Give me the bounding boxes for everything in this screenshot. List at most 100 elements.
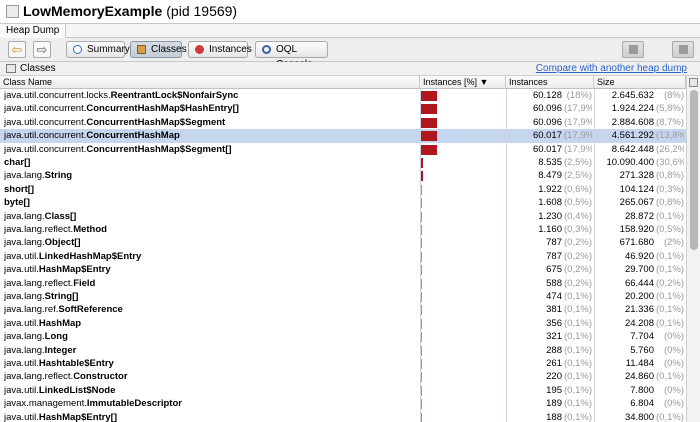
table-row[interactable]: java.util.HashMap$Entry 675 (0,2%) 29.700 (0… <box>0 263 686 276</box>
oql-console-button[interactable]: OQL Console <box>255 41 328 70</box>
size-percent: (0%) <box>663 398 684 410</box>
table-row[interactable]: java.util.concurrent.ConcurrentHashMap$S… <box>0 116 686 129</box>
class-name: java.util.LinkedHashMap$Entry <box>4 250 416 263</box>
vertical-scrollbar[interactable] <box>686 76 700 422</box>
instances-count: 588 <box>546 277 562 289</box>
table-row[interactable]: byte[] 1.608 (0,5%) 265.067 (0,8%) <box>0 196 686 209</box>
size-bytes: 2.884.608 <box>611 116 654 128</box>
size-percent: (8,7%) <box>656 116 684 128</box>
instances-bar-fill <box>421 198 422 209</box>
table-row[interactable]: java.util.concurrent.ConcurrentHashMap$H… <box>0 102 686 115</box>
column-size[interactable]: Size <box>594 76 686 89</box>
instances-bar-fill <box>421 318 422 329</box>
table-row[interactable]: java.util.Hashtable$Entry 261 (0,1%) 11.484… <box>0 357 686 370</box>
class-package: java.lang. <box>4 170 45 182</box>
instances-bar-fill <box>421 158 423 168</box>
class-name: java.util.concurrent.ConcurrentHashMap <box>4 129 416 142</box>
back-arrow-icon[interactable]: ⇦ <box>8 41 26 58</box>
summary-button[interactable]: Summary <box>66 41 130 58</box>
class-package: java.lang.ref. <box>4 304 59 316</box>
class-package: java.util. <box>4 317 39 329</box>
instances-bar-fill <box>421 211 422 222</box>
instances-percent-bar <box>420 143 506 156</box>
class-simple-name: String[] <box>44 291 79 302</box>
table-row[interactable]: java.lang.reflect.Field 588 (0,2%) 66.444 (0… <box>0 277 686 290</box>
scrollbar-thumb[interactable] <box>690 90 698 250</box>
table-row[interactable]: java.util.concurrent.ConcurrentHashMap$S… <box>0 143 686 156</box>
instances-count: 60.017 <box>532 143 562 155</box>
class-package: java.lang. <box>4 291 45 302</box>
instances-percent-bar <box>420 317 506 330</box>
window-checkbox-icon[interactable] <box>6 4 19 18</box>
instances-percent: (0,1%) <box>564 317 592 329</box>
table-row[interactable]: java.lang.String[] 474 (0,1%) 20.200 (0,1%) <box>0 290 686 303</box>
snapshot-icon <box>679 45 688 54</box>
instances-count: 195 <box>546 384 562 396</box>
table-settings-icon[interactable] <box>689 78 698 87</box>
size-percent: (2%) <box>663 237 684 249</box>
class-name: java.lang.reflect.Method <box>4 223 416 236</box>
snapshot-button[interactable] <box>672 41 694 58</box>
size-percent: (30,6%) <box>656 157 684 168</box>
size-percent: (0%) <box>663 344 684 356</box>
class-package: java.lang.reflect. <box>4 371 74 383</box>
table-row[interactable]: char[] 8.535(2,5%) 10.090.400(30,6%) <box>0 156 686 169</box>
instances-count: 288 <box>546 344 562 356</box>
classes-button[interactable]: Classes <box>130 41 187 58</box>
table-row[interactable]: javax.management.ImmutableDescriptor 189(… <box>0 397 686 410</box>
size-bytes: 5.760 <box>630 344 654 356</box>
table-row[interactable]: java.util.HashMap$Entry[] 188 (0,1%) 34.800… <box>0 411 686 422</box>
instances-percent-bar <box>420 344 506 357</box>
table-row[interactable]: java.lang.reflect.Constructor 220 (0,1%) 24… <box>0 370 686 383</box>
instances-count: 321 <box>546 331 562 343</box>
class-name: java.lang.Integer <box>4 344 416 357</box>
size-bytes: 8.642.448 <box>611 143 654 155</box>
instances-bar-fill <box>421 292 422 302</box>
size-bytes: 7.704 <box>630 331 654 343</box>
class-simple-name: LinkedHashMap$Entry <box>38 250 142 262</box>
class-simple-name: HashMap$Entry[] <box>38 411 117 422</box>
table-row[interactable]: java.lang.String 8.479 (2,5%) 271.328 (0,8%) <box>0 169 686 182</box>
instances-bar-fill <box>421 345 422 356</box>
size-bytes: 158.920 <box>619 224 654 235</box>
table-row[interactable]: java.util.HashMap 356 (0,1%) 24.208 (0,1%) <box>0 317 686 330</box>
compare-heap-dump-link[interactable]: Compare with another heap dump <box>536 62 687 75</box>
table-row[interactable]: java.lang.Long 321 (0,1%) 7.704 (0%) <box>0 330 686 343</box>
instances-count: 60.096 <box>532 116 562 128</box>
table-row[interactable]: java.util.LinkedList$Node 195 (0,1%) 7.800 (… <box>0 384 686 397</box>
save-heap-dump-button[interactable] <box>622 41 644 58</box>
tab-heap-dump[interactable]: Heap Dump <box>0 24 67 38</box>
instances-percent-bar <box>420 357 506 370</box>
table-row[interactable]: short[] 1.922 (0,6%) 104.124 (0,3%) <box>0 183 686 196</box>
instances-percent-bar <box>420 129 506 142</box>
table-row[interactable]: java.lang.Class[] 1.230 (0,4%) 28.872 (0,1%) <box>0 210 686 223</box>
class-name: java.lang.String <box>4 169 416 182</box>
classes-section-header: Classes Compare with another heap dump <box>0 62 700 76</box>
class-name: java.util.Hashtable$Entry <box>4 357 416 370</box>
class-simple-name: Method <box>73 224 107 235</box>
column-class-name[interactable]: Class Name <box>0 76 420 89</box>
instances-bar-fill <box>421 265 422 276</box>
forward-arrow-icon[interactable]: ⇨ <box>33 41 51 58</box>
column-instances[interactable]: Instances <box>506 76 594 89</box>
instances-percent: (0,2%) <box>564 237 592 249</box>
table-row[interactable]: java.lang.reflect.Method 1.160 (0,3%) 158.9… <box>0 223 686 236</box>
table-row[interactable]: java.util.concurrent.ConcurrentHashMap 60… <box>0 129 686 143</box>
table-row[interactable]: java.lang.ref.SoftReference 381 (0,1%) 21.3… <box>0 303 686 316</box>
instances-button[interactable]: Instances <box>188 41 252 58</box>
class-name: java.util.concurrent.ConcurrentHashMap$S… <box>4 116 416 129</box>
column-instances-percent[interactable]: Instances [%] ▼ <box>420 76 506 89</box>
class-name: java.lang.Object[] <box>4 236 416 249</box>
table-row[interactable]: java.util.LinkedHashMap$Entry 787 (0,2%) 46… <box>0 250 686 263</box>
table-row[interactable]: java.lang.Integer 288 (0,1%) 5.760 (0%) <box>0 344 686 357</box>
size-percent: (8%) <box>663 90 684 101</box>
size-percent: (0,1%) <box>656 317 684 329</box>
size-bytes: 265.067 <box>619 197 654 209</box>
size-bytes: 66.444 <box>624 277 654 289</box>
table-row[interactable]: java.util.concurrent.locks.ReentrantLock… <box>0 89 686 102</box>
table-row[interactable]: java.lang.Object[] 787 (0,2%) 671.680 (2%) <box>0 236 686 249</box>
size-percent: (0%) <box>663 358 684 369</box>
class-package: java.lang.reflect. <box>4 277 74 289</box>
instances-bar-fill <box>421 184 422 195</box>
instances-bar-fill <box>421 399 422 410</box>
